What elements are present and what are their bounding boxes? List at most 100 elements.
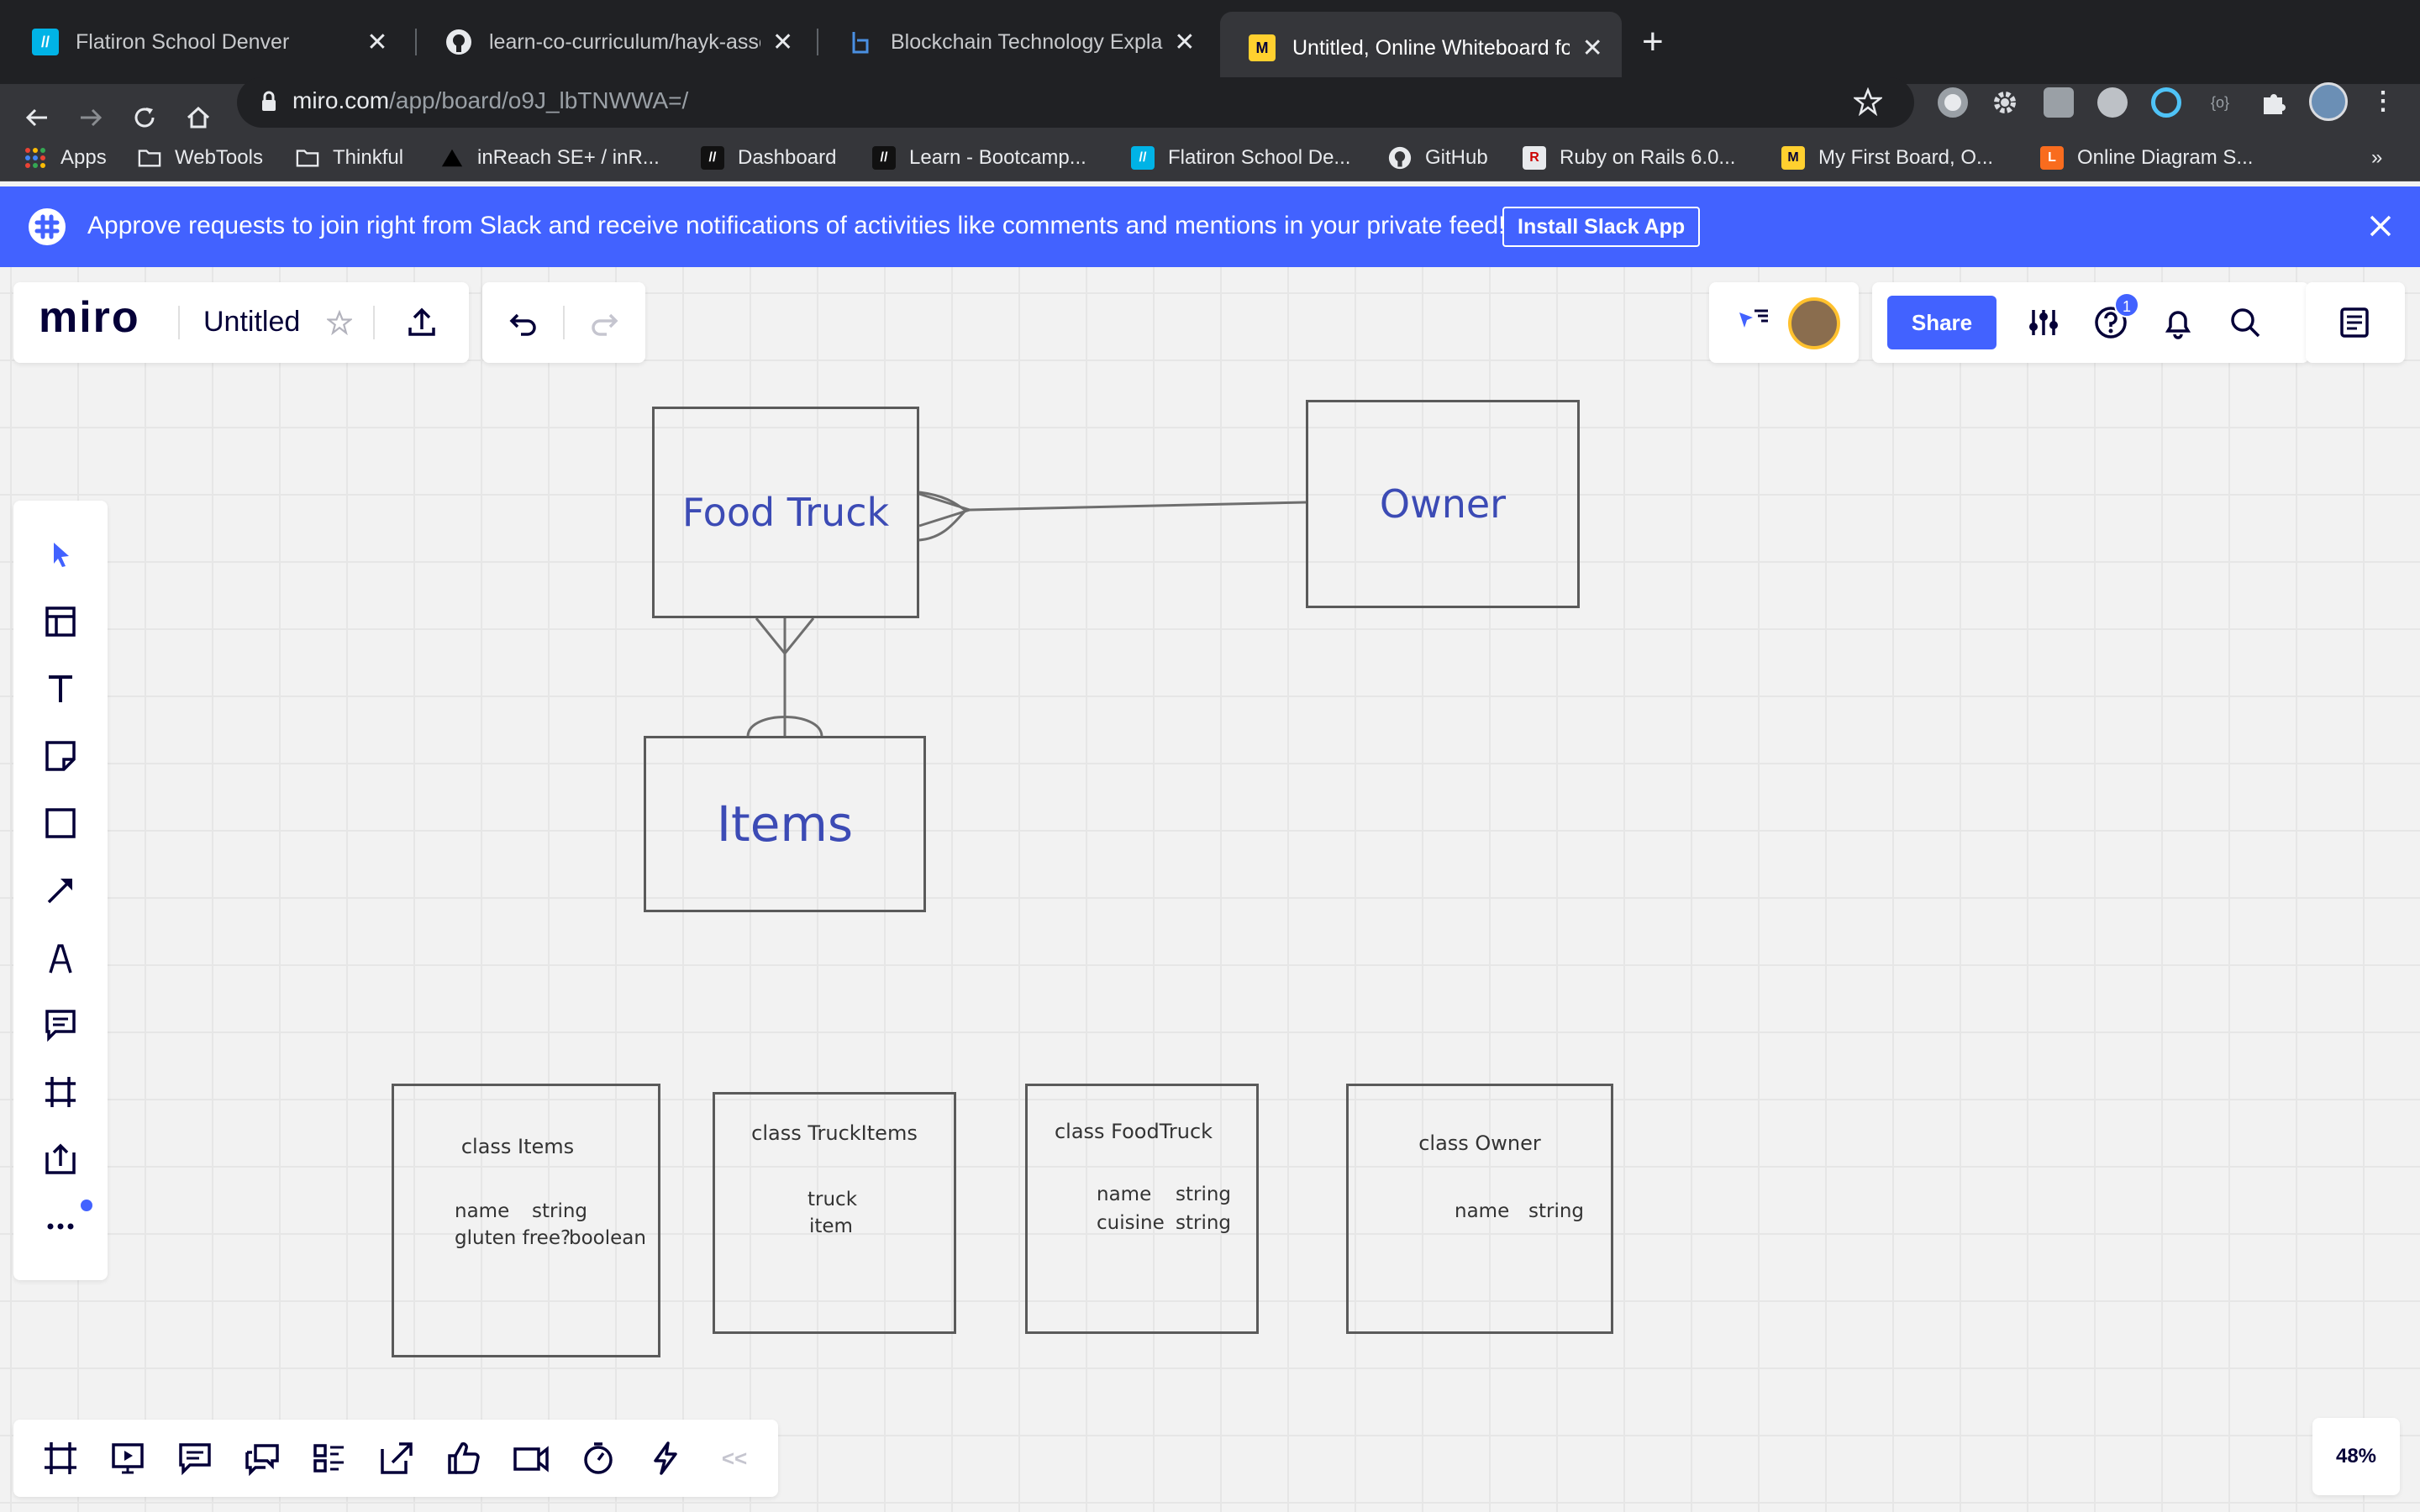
reload-icon (134, 108, 155, 128)
video-chat-button[interactable] (508, 1436, 555, 1480)
chat-button[interactable] (239, 1436, 286, 1480)
class-card-truckitems[interactable]: class TruckItems truck item (713, 1092, 956, 1334)
divider (373, 306, 375, 339)
avatar[interactable] (2309, 82, 2348, 121)
bookmark-learn[interactable]: // Learn - Bootcamp... (872, 141, 1086, 175)
bookmark-inreach[interactable]: inReach SE+ / inR... (440, 141, 660, 175)
comment-tool[interactable] (37, 1001, 84, 1048)
miro-logo[interactable]: miro (39, 292, 140, 343)
search-icon (2231, 308, 2260, 338)
presentation-button[interactable] (104, 1436, 151, 1480)
select-tool[interactable] (37, 531, 84, 578)
square-icon (45, 808, 76, 838)
address-bar[interactable]: miro.com/app/board/o9J_lbTNWWA=/ (237, 77, 1914, 128)
new-indicator-dot (81, 1200, 92, 1211)
frame-tool[interactable] (37, 1068, 84, 1116)
bookmark-miro-board[interactable]: M My First Board, O... (1781, 141, 1993, 175)
field-type: string (1528, 1200, 1585, 1222)
export-button[interactable] (398, 301, 445, 344)
bookmark-label: WebTools (175, 146, 263, 169)
banner-message: Approve requests to join right from Slac… (87, 212, 1506, 239)
notifications-button[interactable] (2154, 301, 2202, 344)
class-title: class Owner (1418, 1131, 1541, 1155)
frames-button[interactable] (37, 1436, 84, 1480)
upload-tool[interactable] (37, 1136, 84, 1183)
close-icon[interactable]: ✕ (365, 28, 390, 57)
entity-items[interactable]: Items (644, 736, 926, 912)
entity-owner[interactable]: Owner (1306, 400, 1580, 608)
close-icon[interactable]: ✕ (1173, 28, 1197, 57)
bookmark-github[interactable]: GitHub (1388, 141, 1488, 175)
new-tab-button[interactable]: + (1642, 18, 1664, 66)
share-button[interactable]: Share (1887, 296, 1996, 349)
board-title[interactable]: Untitled (203, 306, 300, 339)
undo-icon (509, 313, 536, 336)
install-slack-app-button[interactable]: Install Slack App (1502, 207, 1701, 247)
cards-button[interactable] (306, 1436, 353, 1480)
text-tool[interactable] (37, 665, 84, 712)
apps-button[interactable] (642, 1436, 689, 1480)
share-screen-button[interactable] (373, 1436, 420, 1480)
shape-tool[interactable] (37, 800, 84, 847)
entity-label: Owner (1379, 481, 1507, 527)
tab-github[interactable]: learn-co-curriculum/hayk-asse ✕ (417, 13, 812, 71)
comment-icon (45, 1010, 76, 1042)
bookmark-diagram[interactable]: L Online Diagram S... (2040, 141, 2253, 175)
upload-icon (408, 307, 435, 336)
menu-kebab-icon[interactable]: ⋮ (2368, 87, 2398, 118)
search-button[interactable] (2222, 301, 2269, 344)
flatiron-icon: // (701, 146, 724, 170)
voting-button[interactable] (440, 1436, 487, 1480)
star-icon[interactable] (1852, 87, 1884, 120)
entity-food-truck[interactable]: Food Truck (652, 407, 919, 618)
card-list-icon (313, 1444, 344, 1473)
extension-cloud-icon[interactable] (2097, 87, 2128, 118)
extension-record-icon[interactable] (1938, 87, 1968, 118)
gear-icon[interactable] (1990, 87, 2020, 118)
clock-icon[interactable] (2151, 87, 2181, 118)
puzzle-icon[interactable] (2259, 87, 2289, 118)
board-menu-button[interactable] (2331, 301, 2378, 344)
timer-button[interactable] (575, 1436, 622, 1480)
star-icon[interactable] (323, 306, 356, 339)
redo-button[interactable] (581, 301, 629, 344)
close-icon[interactable]: ✕ (1580, 34, 1605, 63)
tab-miro[interactable]: M Untitled, Online Whiteboard fo ✕ (1220, 12, 1622, 84)
class-card-foodtruck[interactable]: class FoodTruck name string cuisine stri… (1025, 1084, 1259, 1334)
class-card-items[interactable]: class Items name string gluten free? boo… (392, 1084, 660, 1357)
bookmark-webtools[interactable]: WebTools (138, 141, 263, 175)
class-card-owner[interactable]: class Owner name string (1346, 1084, 1613, 1334)
more-tools-button[interactable] (37, 1203, 84, 1250)
notification-badge: 1 (2114, 292, 2139, 318)
extension-chat-icon[interactable] (2044, 87, 2074, 118)
comments-button[interactable] (171, 1436, 218, 1480)
pen-tool[interactable] (37, 934, 84, 981)
undo-button[interactable] (499, 301, 546, 344)
tab-title: Flatiron School Denver (76, 29, 290, 54)
tab-flatiron[interactable]: // Flatiron School Denver ✕ (3, 13, 407, 71)
more-bookmarks-button[interactable]: » (2371, 141, 2382, 175)
close-icon[interactable] (2361, 207, 2400, 249)
extension-brackets-icon[interactable]: {o} (2205, 87, 2235, 118)
slack-banner: Approve requests to join right from Slac… (0, 186, 2420, 267)
tab-blockchain[interactable]: Blockchain Technology Explain ✕ (818, 13, 1213, 71)
bookmark-rails[interactable]: R Ruby on Rails 6.0... (1523, 141, 1735, 175)
settings-button[interactable] (2020, 301, 2067, 344)
templates-tool[interactable] (37, 598, 84, 645)
sticky-note-tool[interactable] (37, 732, 84, 780)
apps-grid-icon (24, 146, 47, 170)
connection-line-tool[interactable] (37, 867, 84, 914)
bookmark-flatiron-denver[interactable]: // Flatiron School De... (1131, 141, 1350, 175)
close-icon[interactable]: ✕ (771, 28, 795, 57)
avatar[interactable] (1788, 297, 1840, 349)
miro-icon: M (1249, 34, 1276, 61)
redo-icon (592, 313, 618, 336)
follow-cursor-button[interactable] (1731, 301, 1775, 344)
collapse-toolbar-button[interactable]: << (711, 1436, 758, 1480)
browser-tab-bar: // Flatiron School Denver ✕ learn-co-cur… (0, 0, 2420, 84)
zoom-level[interactable]: 48% (2312, 1418, 2400, 1495)
bookmark-apps[interactable]: Apps (24, 141, 107, 175)
blog-icon (847, 29, 874, 55)
bookmark-dashboard[interactable]: // Dashboard (701, 141, 836, 175)
bookmark-thinkful[interactable]: Thinkful (296, 141, 403, 175)
